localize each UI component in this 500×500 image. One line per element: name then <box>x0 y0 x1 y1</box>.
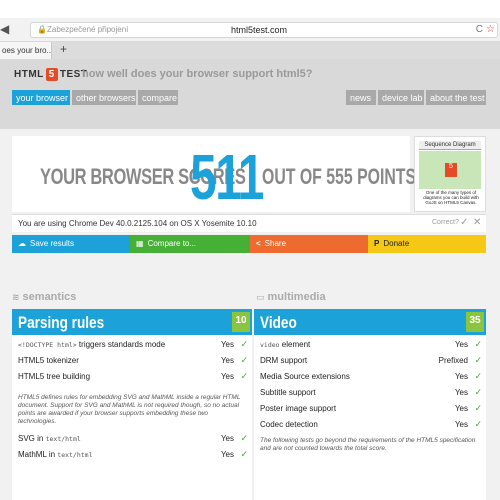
url-text: html5test.com <box>231 25 288 35</box>
section-semantics-title: ≋ semantics <box>12 291 77 303</box>
check-icon: ✓ <box>474 419 482 429</box>
test-row: Poster image support Yes ✓ <box>260 403 482 413</box>
test-row: DRM support Prefixed ✓ <box>260 355 482 365</box>
check-icon: ✓ <box>240 449 248 459</box>
test-row: Media Source extensions Yes ✓ <box>260 371 482 381</box>
share-icon: < <box>256 239 261 248</box>
browser-toolbar: ◀ 🔒 Zabezpečené připojení html5test.com … <box>0 18 500 42</box>
nav-compare[interactable]: compare <box>138 90 178 105</box>
beyond-spec-note: The following tests go beyond the requir… <box>260 437 476 452</box>
score-suffix: OUT OF 555 POINTS <box>262 164 417 189</box>
new-tab-button[interactable]: + <box>60 42 67 56</box>
panel-title: Parsing rules <box>18 313 105 332</box>
section-multimedia-title: ▭ multimedia <box>256 291 326 303</box>
tab-strip: oes your bro... + <box>0 42 500 59</box>
save-results-label: Save results <box>30 239 75 248</box>
share-label: Share <box>264 239 287 248</box>
site-header: HTML 5 TEST how well does your browser sup… <box>0 59 500 129</box>
sponsor-ad[interactable]: Sequence Diagram 5 One of the many types… <box>414 136 486 212</box>
user-agent-bar: You are using Chrome Dev 40.0.2125.104 o… <box>12 214 486 232</box>
cloud-upload-icon: ☁ <box>18 239 26 248</box>
check-icon: ✓ <box>474 387 482 397</box>
test-row: MathML in text/html Yes ✓ <box>18 449 248 459</box>
secure-label: Zabezpečené připojení <box>47 25 129 34</box>
user-agent-text: You are using Chrome Dev 40.0.2125.104 o… <box>18 219 257 228</box>
semantics-icon: ≋ <box>12 292 20 302</box>
reload-icon[interactable]: C <box>476 24 483 35</box>
embedding-note: HTML5 defines rules for embedding SVG an… <box>18 394 241 425</box>
page: HTML 5 TEST how well does your browser sup… <box>0 59 500 500</box>
test-row: HTML5 tokenizer Yes ✓ <box>18 355 248 365</box>
score-value: 511 <box>190 141 264 213</box>
video-panel: Video 35 video element Yes ✓ DRM support… <box>254 309 486 500</box>
compare-to-label: Compare to... <box>147 239 197 248</box>
check-icon: ✓ <box>474 355 482 365</box>
nav-about-the-test[interactable]: about the test <box>426 90 486 105</box>
paypal-icon: P <box>374 239 380 248</box>
test-row: Subtitle support Yes ✓ <box>260 387 482 397</box>
test-row: Codec detection Yes ✓ <box>260 419 482 429</box>
bookmark-star-icon[interactable]: ☆ <box>486 24 495 35</box>
lock-icon: 🔒 <box>37 25 47 34</box>
nav-news[interactable]: news <box>346 90 376 105</box>
test-row: SVG in text/html Yes ✓ <box>18 433 248 443</box>
test-row: HTML5 tree building Yes ✓ <box>18 371 248 381</box>
compare-to-button[interactable]: ▦ Compare to... <box>130 235 250 253</box>
nav-your-browser[interactable]: your browser <box>12 90 70 105</box>
address-bar[interactable]: 🔒 Zabezpečené připojení html5test.com C … <box>30 22 498 38</box>
nav-device-lab[interactable]: device lab <box>378 90 424 105</box>
site-logo[interactable]: HTML 5 TEST <box>14 68 87 81</box>
grid-icon: ▦ <box>136 239 144 248</box>
panel-header[interactable]: Parsing rules 10 <box>12 309 252 335</box>
check-icon: ✓ <box>474 403 482 413</box>
confirm-check-icon[interactable]: ✓ <box>460 217 468 228</box>
panel-score-badge: 10 <box>232 312 250 332</box>
html5-shield-icon: 5 <box>45 68 58 81</box>
back-arrow-icon[interactable]: ◀ <box>0 22 12 36</box>
check-icon: ✓ <box>240 371 248 381</box>
test-row: <!DOCTYPE html> triggers standards mode … <box>18 339 248 349</box>
ad-diagram-image: 5 <box>419 151 481 189</box>
ad-text: One of the many types of diagrams you ca… <box>423 190 479 205</box>
tagline: how well does your browser support html5… <box>82 68 313 80</box>
donate-button[interactable]: P Donate <box>368 235 486 253</box>
ad-title: Sequence Diagram <box>419 141 481 150</box>
check-icon: ✓ <box>240 355 248 365</box>
save-results-button[interactable]: ☁ Save results <box>12 235 130 253</box>
panel-header[interactable]: Video 35 <box>254 309 486 335</box>
parsing-rules-panel: Parsing rules 10 <!DOCTYPE html> trigger… <box>12 309 252 500</box>
check-icon: ✓ <box>474 371 482 381</box>
check-icon: ✓ <box>474 339 482 349</box>
donate-label: Donate <box>383 239 410 248</box>
multimedia-icon: ▭ <box>256 292 265 302</box>
panel-score-badge: 35 <box>466 312 484 332</box>
check-icon: ✓ <box>240 433 248 443</box>
check-icon: ✓ <box>240 339 248 349</box>
nav-other-browsers[interactable]: other browsers <box>72 90 136 105</box>
browser-tab[interactable]: oes your bro... <box>0 42 52 59</box>
share-button[interactable]: < Share <box>250 235 368 253</box>
html5-badge-icon: 5 <box>445 163 457 177</box>
panel-title: Video <box>260 313 297 332</box>
score-box: YOUR BROWSER SCORES 511 OUT OF 555 POINT… <box>12 136 416 213</box>
correct-label: Correct? <box>432 219 459 226</box>
test-row: video element Yes ✓ <box>260 339 482 349</box>
reject-x-icon[interactable]: ✕ <box>473 217 481 228</box>
